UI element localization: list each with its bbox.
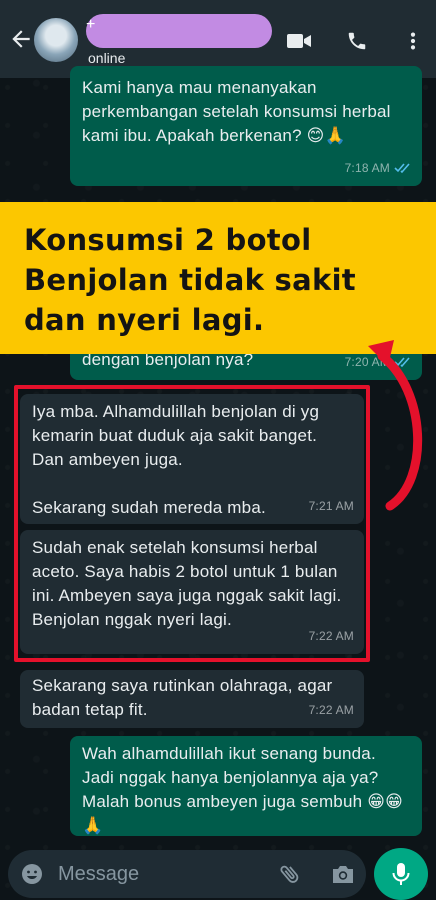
avatar[interactable] xyxy=(34,18,78,62)
message-text: Kami hanya mau menanyakan perkembangan s… xyxy=(82,78,391,145)
attach-icon[interactable] xyxy=(278,862,302,886)
message-meta: 7:18 AM xyxy=(345,156,412,180)
message-meta: 7:22 AM xyxy=(309,698,354,722)
camera-icon[interactable] xyxy=(330,862,356,886)
message-outgoing[interactable]: Wah alhamdulillah ikut senang bunda. Jad… xyxy=(70,736,422,836)
message-text: Sekarang saya rutinkan olahraga, agar ba… xyxy=(32,676,333,719)
message-outgoing[interactable]: Kami hanya mau menanyakan perkembangan s… xyxy=(70,66,422,186)
message-text: Wah alhamdulillah ikut senang bunda. Jad… xyxy=(82,744,404,835)
mic-button[interactable] xyxy=(374,848,428,900)
banner-text: Konsumsi 2 botol Benjolan tidak sakit da… xyxy=(24,223,356,337)
message-time: 7:18 AM xyxy=(344,161,390,175)
phone-icon[interactable] xyxy=(344,30,370,52)
message-incoming[interactable]: Sekarang saya rutinkan olahraga, agar ba… xyxy=(20,670,364,728)
message-input[interactable] xyxy=(58,860,258,888)
emoji-icon[interactable] xyxy=(20,862,44,886)
message-time: 7:22 AM xyxy=(308,703,354,717)
mic-icon xyxy=(392,863,410,885)
contact-name-prefix: + xyxy=(86,16,96,33)
message-composer xyxy=(8,850,366,898)
highlight-box xyxy=(14,385,370,662)
read-ticks-icon xyxy=(394,163,410,174)
back-arrow-icon[interactable] xyxy=(8,26,34,52)
more-vert-icon[interactable] xyxy=(400,30,426,52)
video-call-icon[interactable] xyxy=(286,30,312,52)
contact-name-redacted[interactable] xyxy=(86,14,272,48)
curved-arrow xyxy=(368,340,422,511)
contact-status: online xyxy=(88,50,126,66)
